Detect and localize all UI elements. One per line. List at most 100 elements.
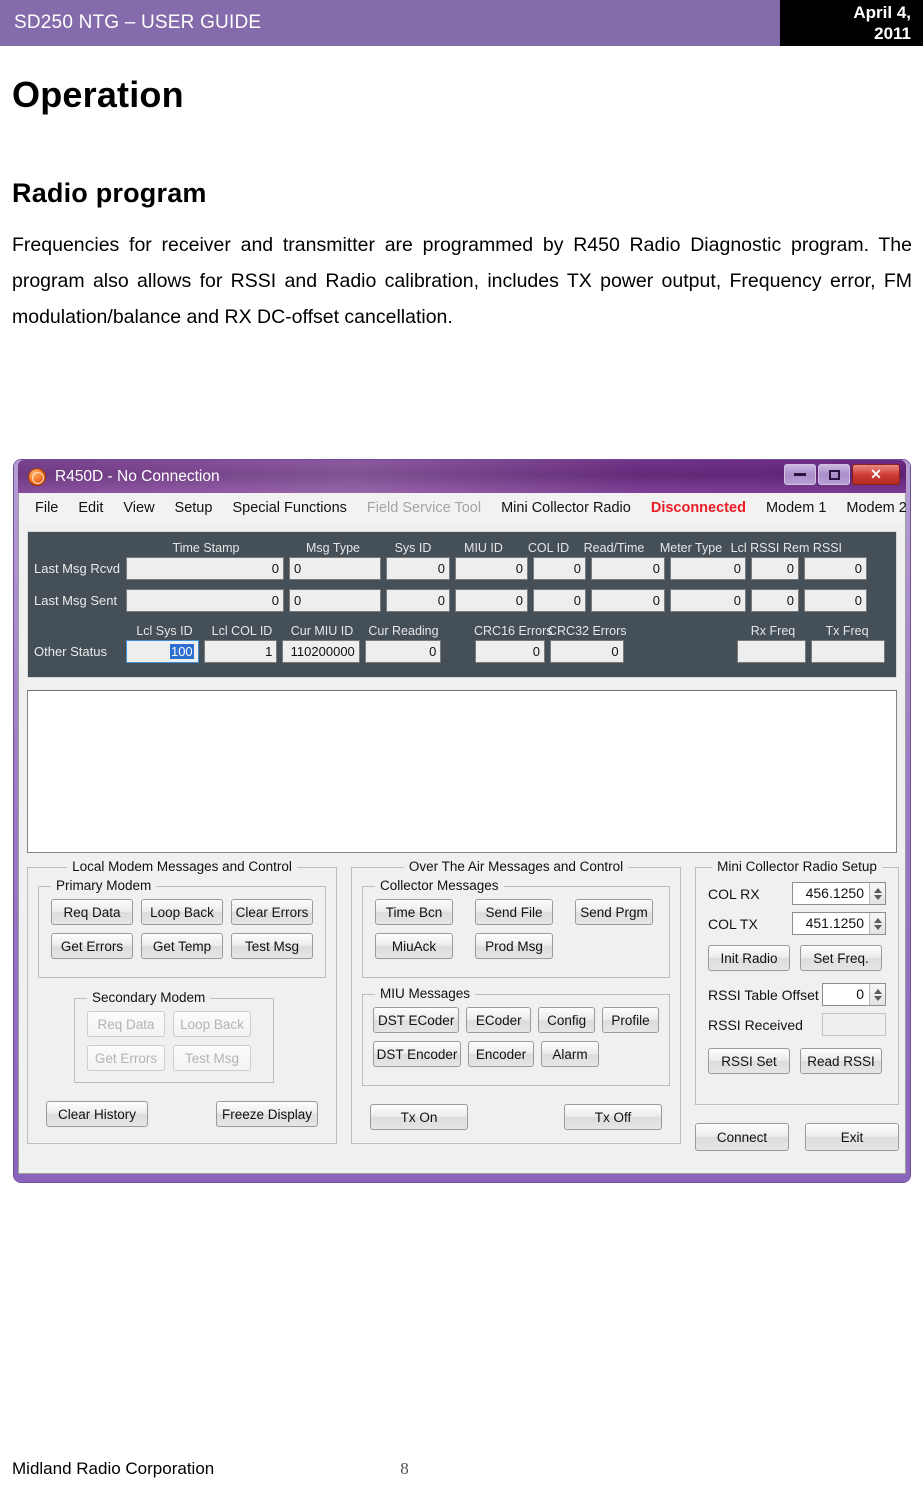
field-lcl-sys-id[interactable]: 100 <box>126 640 199 663</box>
minimize-button[interactable] <box>784 464 816 485</box>
ecoder-button[interactable]: ECoder <box>466 1007 532 1033</box>
field-sent-meter-type[interactable]: 0 <box>670 589 746 612</box>
test-msg-button[interactable]: Test Msg <box>231 933 313 959</box>
field-sent-col-id[interactable]: 0 <box>533 589 586 612</box>
alarm-button[interactable]: Alarm <box>541 1041 599 1067</box>
freeze-display-button[interactable]: Freeze Display <box>216 1101 318 1127</box>
maximize-icon <box>828 469 840 480</box>
field-rcvd-lcl-rssi[interactable]: 0 <box>751 557 799 580</box>
connect-button[interactable]: Connect <box>695 1123 789 1151</box>
rssi-offset-spin-arrows[interactable] <box>869 984 885 1005</box>
field-sent-miu-id[interactable]: 0 <box>455 589 528 612</box>
menu-item-special-functions[interactable]: Special Functions <box>222 500 356 516</box>
document-footer: Midland Radio Corporation 8 <box>0 1459 923 1479</box>
app-client-area: Time Stamp Msg Type Sys ID MIU ID COL ID… <box>18 523 906 1174</box>
secondary-modem-legend: Secondary Modem <box>87 990 211 1005</box>
get-temp-button[interactable]: Get Temp <box>141 933 223 959</box>
field-sent-msg-type[interactable]: 0 <box>289 589 381 612</box>
control-panels: Local Modem Messages and Control Primary… <box>27 859 899 1151</box>
field-lcl-col-id[interactable]: 1 <box>203 640 278 663</box>
field-sent-time-stamp[interactable]: 0 <box>126 589 284 612</box>
document-header-title: SD250 NTG – USER GUIDE <box>0 0 780 46</box>
time-bcn-button[interactable]: Time Bcn <box>375 899 453 925</box>
app-window-screenshot: R450D - No Connection ✕ File Edit View S… <box>14 460 910 1182</box>
req-data-button[interactable]: Req Data <box>51 899 133 925</box>
row-label-last-msg-sent: Last Msg Sent <box>34 593 118 608</box>
encoder-button[interactable]: Encoder <box>468 1041 534 1067</box>
field-sent-lcl-rssi[interactable]: 0 <box>751 589 799 612</box>
section-heading: Radio program <box>12 178 207 208</box>
field-rcvd-rem-rssi[interactable]: 0 <box>804 557 867 580</box>
over-the-air-group: Over The Air Messages and Control Collec… <box>351 859 681 1144</box>
field-rcvd-time-stamp[interactable]: 0 <box>126 557 284 580</box>
menu-item-file[interactable]: File <box>25 500 68 516</box>
rssi-received-field <box>822 1013 886 1036</box>
message-log-area[interactable] <box>27 690 897 853</box>
field-rcvd-msg-type[interactable]: 0 <box>289 557 381 580</box>
field-rcvd-col-id[interactable]: 0 <box>533 557 586 580</box>
col-tx-label: COL TX <box>708 915 758 932</box>
exit-button[interactable]: Exit <box>805 1123 899 1151</box>
menu-item-setup[interactable]: Setup <box>165 500 223 516</box>
tx-on-button[interactable]: Tx On <box>370 1104 468 1130</box>
column-header-sys-id: Sys ID <box>394 541 432 555</box>
menu-item-view[interactable]: View <box>113 500 164 516</box>
set-freq-button[interactable]: Set Freq. <box>800 945 882 971</box>
dst-encoder-button[interactable]: DST Encoder <box>373 1041 461 1067</box>
dst-ecoder-button[interactable]: DST ECoder <box>373 1007 460 1033</box>
field-rcvd-meter-type[interactable]: 0 <box>670 557 746 580</box>
loop-back-button[interactable]: Loop Back <box>141 899 223 925</box>
col-tx-row: COL TX 451.1250 <box>708 912 886 935</box>
field-cur-reading[interactable]: 0 <box>364 640 442 663</box>
window-controls: ✕ <box>782 464 900 485</box>
field-rx-freq[interactable] <box>736 640 807 663</box>
col-tx-spin-arrows[interactable] <box>869 913 885 934</box>
menu-item-edit[interactable]: Edit <box>68 500 113 516</box>
field-crc32-errors[interactable]: 0 <box>549 640 624 663</box>
send-file-button[interactable]: Send File <box>475 899 553 925</box>
rssi-table-offset-label: RSSI Table Offset <box>708 986 819 1003</box>
miu-messages-legend: MIU Messages <box>375 986 476 1001</box>
field-sent-read-time[interactable]: 0 <box>591 589 665 612</box>
field-sent-sys-id[interactable]: 0 <box>386 589 450 612</box>
field-crc16-errors[interactable]: 0 <box>475 640 545 663</box>
rssi-received-label: RSSI Received <box>708 1016 803 1033</box>
close-button[interactable]: ✕ <box>852 464 900 485</box>
mini-collector-legend: Mini Collector Radio Setup <box>712 859 882 874</box>
column-header-read-time: Read/Time <box>583 541 645 555</box>
document-header-band: SD250 NTG – USER GUIDE April 4, 2011 <box>0 0 923 46</box>
config-button[interactable]: Config <box>538 1007 596 1033</box>
field-sent-rem-rssi[interactable]: 0 <box>804 589 867 612</box>
rssi-set-button[interactable]: RSSI Set <box>708 1048 790 1074</box>
field-tx-freq[interactable] <box>811 640 885 663</box>
mini-collector-radio-setup-group: Mini Collector Radio Setup COL RX 456.12… <box>695 859 899 1105</box>
tx-off-button[interactable]: Tx Off <box>564 1104 662 1130</box>
rssi-table-offset-stepper[interactable]: 0 <box>822 983 886 1006</box>
field-cur-miu-id[interactable]: 110200000 <box>282 640 360 663</box>
field-rcvd-sys-id[interactable]: 0 <box>386 557 450 580</box>
menu-item-modem-2[interactable]: Modem 2 <box>836 500 916 516</box>
get-errors-button[interactable]: Get Errors <box>51 933 133 959</box>
send-prgm-button[interactable]: Send Prgm <box>575 899 653 925</box>
col-tx-stepper[interactable]: 451.1250 <box>792 912 886 935</box>
clear-errors-button[interactable]: Clear Errors <box>231 899 313 925</box>
maximize-button[interactable] <box>818 464 850 485</box>
miu-ack-button[interactable]: MiuAck <box>375 933 453 959</box>
column-header-lcl-sys-id: Lcl Sys ID <box>136 624 193 638</box>
read-rssi-button[interactable]: Read RSSI <box>800 1048 882 1074</box>
field-rcvd-miu-id[interactable]: 0 <box>455 557 528 580</box>
app-window-title: R450D - No Connection <box>55 467 220 485</box>
menu-item-mini-collector-radio[interactable]: Mini Collector Radio <box>491 500 641 516</box>
col-rx-spin-arrows[interactable] <box>869 883 885 904</box>
menu-item-modem-1[interactable]: Modem 1 <box>756 500 836 516</box>
prod-msg-button[interactable]: Prod Msg <box>475 933 553 959</box>
init-radio-button[interactable]: Init Radio <box>708 945 790 971</box>
profile-button[interactable]: Profile <box>602 1007 660 1033</box>
over-the-air-legend: Over The Air Messages and Control <box>403 859 629 874</box>
field-rcvd-read-time[interactable]: 0 <box>591 557 665 580</box>
body-paragraph: Frequencies for receiver and transmitter… <box>12 234 912 328</box>
col-rx-value: 456.1250 <box>805 885 864 901</box>
col-rx-stepper[interactable]: 456.1250 <box>792 882 886 905</box>
rssi-table-offset-value: 0 <box>856 986 864 1002</box>
clear-history-button[interactable]: Clear History <box>46 1101 148 1127</box>
